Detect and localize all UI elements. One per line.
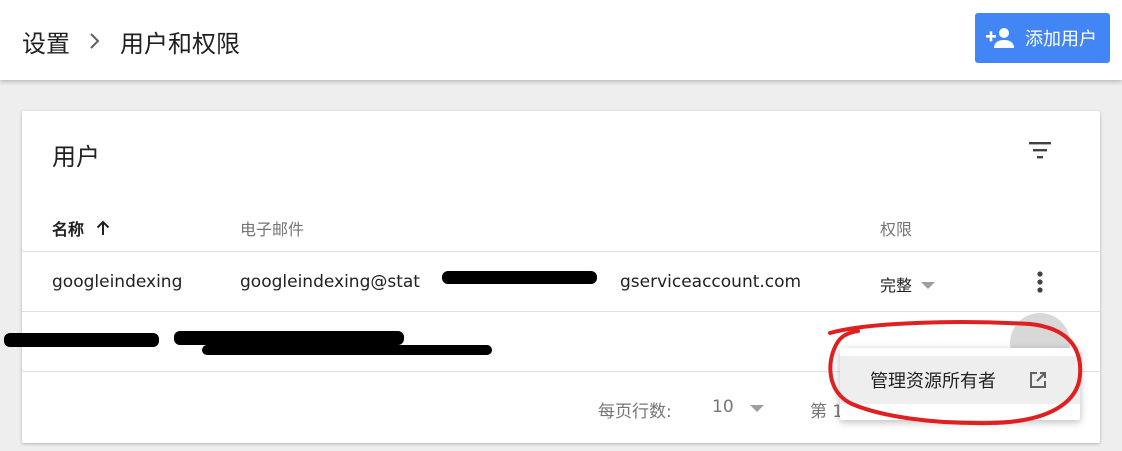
menu-item-label: 管理资源所有者: [870, 371, 996, 392]
card-title: 用户: [52, 143, 100, 171]
dropdown-caret-icon: [749, 404, 764, 412]
user-email-prefix: googleindexing@stat: [240, 272, 420, 292]
user-name: googleindexing: [52, 272, 183, 292]
email-redaction: [442, 271, 597, 284]
rows-per-page-label: 每页行数:: [598, 402, 672, 422]
open-in-new-icon: [1029, 371, 1047, 389]
column-header-name[interactable]: 名称: [52, 216, 112, 240]
column-header-email: 电子邮件: [240, 220, 305, 239]
breadcrumb-settings[interactable]: 设置: [22, 24, 70, 59]
breadcrumb: 设置 用户和权限: [22, 24, 240, 58]
rows-per-page-select[interactable]: 10: [712, 397, 764, 417]
header-divider: [22, 251, 1100, 252]
permission-value: 完整: [880, 276, 913, 295]
add-user-label: 添加用户: [1025, 29, 1097, 50]
pagination-label: 第 1: [810, 402, 844, 422]
add-user-button[interactable]: 添加用户: [975, 13, 1110, 63]
permission-select[interactable]: 完整: [880, 272, 936, 296]
redaction-mark: [174, 331, 404, 345]
person-add-icon: [985, 26, 1015, 50]
column-header-permission: 权限: [880, 220, 913, 239]
breadcrumb-users-permissions: 用户和权限: [120, 29, 240, 58]
dropdown-caret-icon: [921, 281, 936, 289]
row-divider: [22, 311, 1100, 312]
redaction-mark: [202, 345, 492, 355]
redaction-mark: [4, 333, 159, 347]
arrow-up-icon: [94, 219, 112, 237]
manage-resource-owners-item[interactable]: 管理资源所有者: [840, 356, 1080, 404]
filter-icon[interactable]: [1026, 138, 1054, 162]
top-bar: 设置 用户和权限 添加用户: [0, 0, 1122, 80]
rows-per-page-value: 10: [712, 397, 734, 417]
chevron-right-icon: [70, 24, 120, 58]
column-header-name-label: 名称: [52, 220, 85, 239]
user-email-suffix: gserviceaccount.com: [619, 272, 802, 292]
more-vert-icon[interactable]: [1030, 269, 1050, 297]
row-context-menu: 管理资源所有者: [840, 348, 1080, 420]
